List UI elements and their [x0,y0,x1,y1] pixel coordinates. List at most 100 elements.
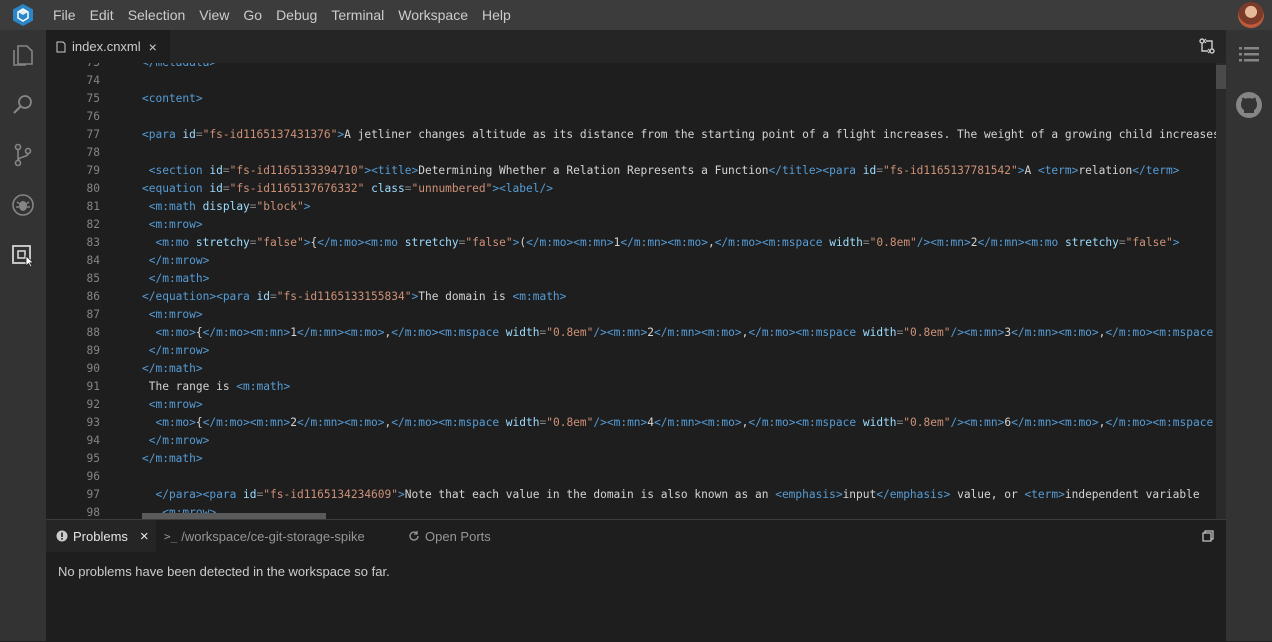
tab-label: index.cnxml [72,39,141,54]
line-code: <m:mo>{</m:mo><m:mn>2</m:mn><m:mo>,</m:m… [142,414,1213,432]
code-token: </m:mrow> [148,434,210,447]
code-line[interactable]: 92 <m:mrow> [46,396,1226,414]
code-token: </m:math> [142,362,203,375]
line-code: </m:math> [142,360,203,378]
scrollbar-thumb[interactable] [1216,65,1226,89]
code-line[interactable]: 93 <m:mo>{</m:mo><m:mn>2</m:mn><m:mo>,</… [46,414,1226,432]
code-line[interactable]: 91 The range is <m:math> [46,378,1226,396]
explorer-icon[interactable] [0,30,46,80]
code-line[interactable]: 74 [46,72,1226,90]
code-token: /><m:mn> [950,326,1005,339]
line-number: 86 [86,290,100,303]
code-line[interactable]: 89 </m:mrow> [46,342,1226,360]
menu-file[interactable]: File [46,0,83,30]
line-number: 82 [86,218,100,231]
code-token: "0.8em" [903,326,951,339]
code-token: display [202,200,250,213]
menu-help[interactable]: Help [475,0,518,30]
code-token: /><m:mn> [916,236,971,249]
code-token: "block" [256,200,304,213]
code-token: </m:mn><m:mo> [654,416,742,429]
line-code: </para><para id="fs-id1165134234609">Not… [142,486,1199,504]
menu-view[interactable]: View [192,0,236,30]
menu-go[interactable]: Go [236,0,269,30]
code-token: <m:mo [155,236,196,249]
line-code: <m:mrow> [142,216,203,234]
code-token: ><title> [364,164,419,177]
code-line[interactable]: 79 <section id="fs-id1165133394710"><tit… [46,162,1226,180]
line-number: 89 [86,344,100,357]
tab-close-icon[interactable]: × [149,39,157,55]
code-token: <m:mrow> [148,308,203,321]
extensions-icon[interactable] [0,230,46,280]
close-icon[interactable]: × [140,528,149,545]
code-token: "false" [1125,236,1173,249]
tab-index-cnxml[interactable]: index.cnxml × [46,30,170,63]
code-line[interactable]: 78 [46,144,1226,162]
code-line[interactable]: 76 [46,108,1226,126]
menu-selection[interactable]: Selection [121,0,193,30]
code-token: </m:mo><m:mn> [526,236,614,249]
code-line[interactable]: 87 <m:mrow> [46,306,1226,324]
code-line[interactable]: 94 </m:mrow> [46,432,1226,450]
tab-terminal[interactable]: >_ /workspace/ce-git-storage-spike [164,520,386,552]
code-line[interactable]: 86 </equation><para id="fs-id116513315583… [46,288,1226,306]
tab-problems[interactable]: Problems × [46,520,156,552]
code-token: "fs-id1165137431376" [202,128,338,141]
maximize-panel-icon[interactable] [1202,529,1214,547]
code-token: 2 [290,416,297,429]
code-token: </term> [1132,164,1180,177]
code-line[interactable]: 80 <equation id="fs-id1165137676332" clas… [46,180,1226,198]
tab-open-ports[interactable]: Open Ports [408,520,508,552]
code-token: <m:mrow> [148,398,203,411]
code-token: width [505,416,540,429]
github-icon[interactable] [1226,80,1272,130]
tab-open-ports-label: Open Ports [425,528,491,544]
code-token: "unnumbered" [411,182,493,195]
refresh-icon [408,530,420,542]
editor-tab-bar: index.cnxml × [46,30,1226,63]
menu-terminal[interactable]: Terminal [324,0,391,30]
code-line[interactable]: 95 </m:math> [46,450,1226,468]
code-line[interactable]: 84 </m:mrow> [46,252,1226,270]
code-token: <m:math> [512,290,567,303]
code-line[interactable]: 73 </metadata> [46,63,1226,72]
menu-edit[interactable]: Edit [83,0,121,30]
code-token: </m:mrow> [148,344,210,357]
code-line[interactable]: 75 <content> [46,90,1226,108]
code-line[interactable]: 83 <m:mo stretchy="false">{</m:mo><m:mo … [46,234,1226,252]
user-avatar[interactable] [1238,2,1264,28]
code-token: <term> [1037,164,1079,177]
code-editor[interactable]: 73</metadata>7475<content>7677<para id="… [46,63,1226,519]
line-code: <para id="fs-id1165137431376">A jetliner… [142,126,1226,144]
code-line[interactable]: 85 </m:math> [46,270,1226,288]
source-control-icon[interactable] [0,130,46,180]
code-line[interactable]: 90 </m:math> [46,360,1226,378]
line-code: <equation id="fs-id1165137676332" class=… [142,180,553,198]
debug-icon[interactable] [0,180,46,230]
code-token: </m:mn><m:mo> [654,326,742,339]
code-line[interactable]: 81 <m:math display="block"> [46,198,1226,216]
code-line[interactable]: 82 <m:mrow> [46,216,1226,234]
line-code: </m:math> [142,450,203,468]
code-line[interactable]: 96 [46,468,1226,486]
menu-debug[interactable]: Debug [269,0,324,30]
line-number: 81 [86,200,100,213]
code-token: <emphasis> [775,488,843,501]
open-changes-icon[interactable] [1198,37,1216,60]
vertical-scrollbar[interactable] [1216,63,1226,519]
code-line[interactable]: 88 <m:mo>{</m:mo><m:mn>1</m:mn><m:mo>,</… [46,324,1226,342]
code-token: stretchy [404,236,459,249]
menu-workspace[interactable]: Workspace [391,0,475,30]
outline-icon[interactable] [1226,30,1272,80]
search-icon[interactable] [0,80,46,130]
code-token: "fs-id1165137676332" [229,182,365,195]
code-line[interactable]: 77 <para id="fs-id1165137431376">A jetlin… [46,126,1226,144]
code-line[interactable]: 97 </para><para id="fs-id1165134234609">… [46,486,1226,504]
